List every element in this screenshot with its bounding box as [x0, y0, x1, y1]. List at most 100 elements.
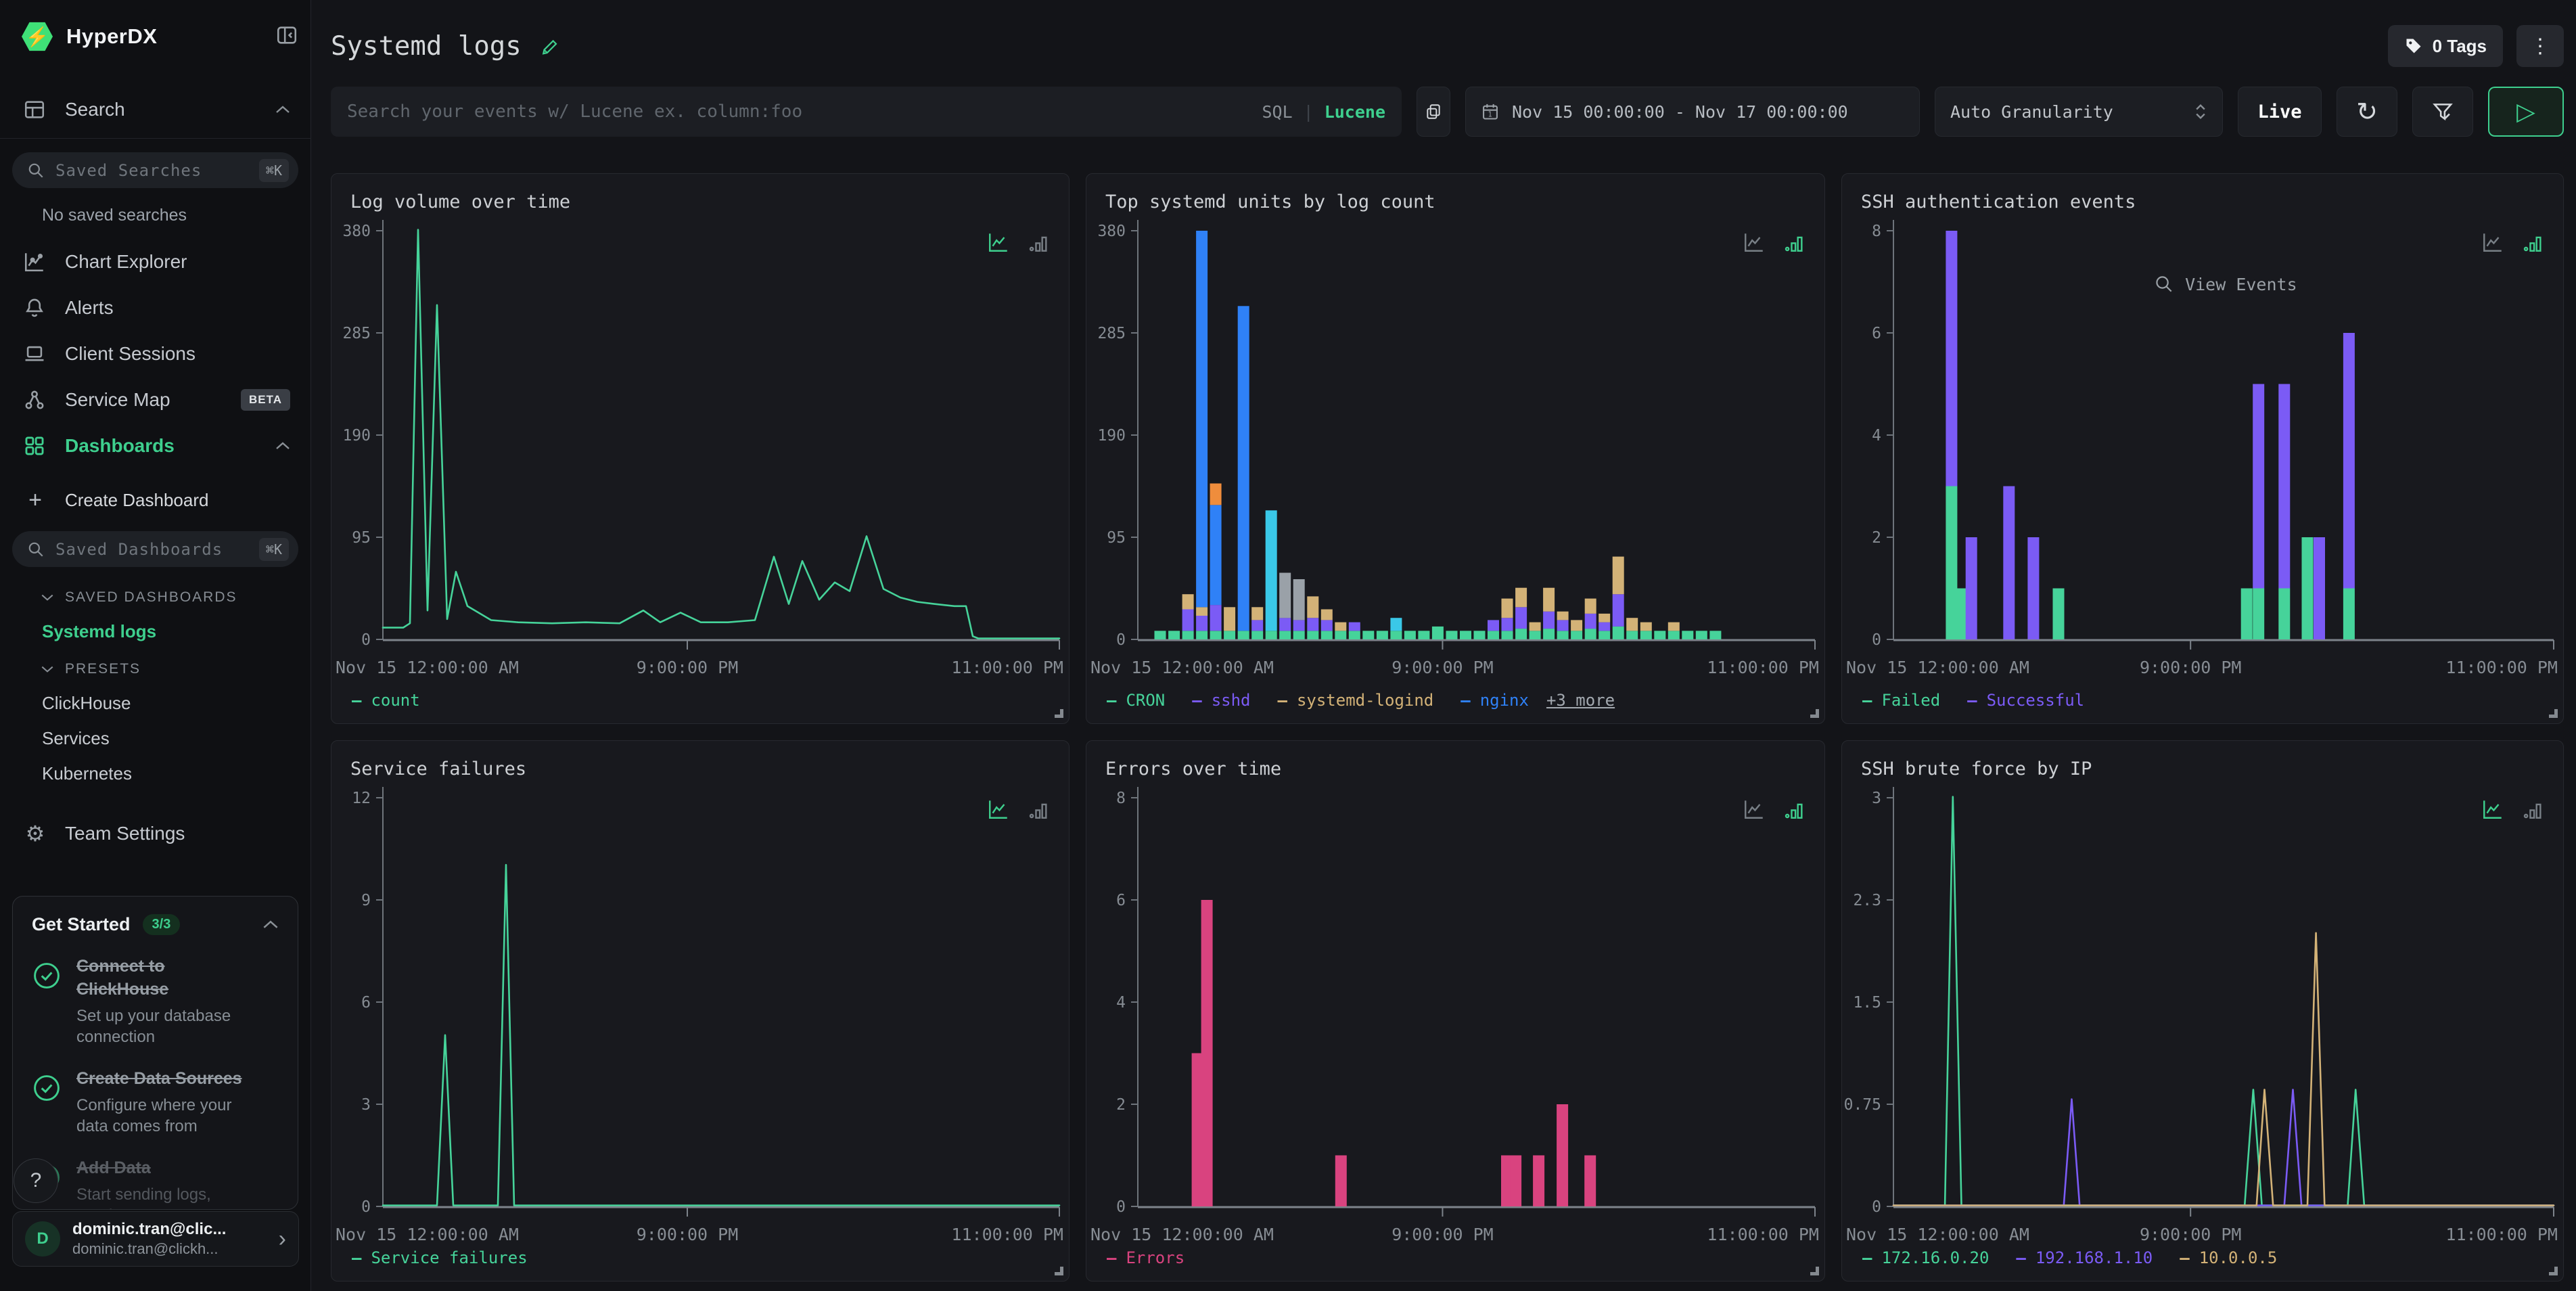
panel-ssh-brute-force: SSH brute force by IP 32.31.50.750Nov 15… [1841, 740, 2564, 1282]
legend-item[interactable]: —172.16.0.20 [1862, 1248, 1989, 1267]
chevron-up-icon[interactable] [275, 441, 290, 451]
svg-text:9: 9 [361, 892, 371, 909]
bell-icon [23, 296, 47, 319]
panel-ssh-auth-events: SSH authentication events View Events 86… [1841, 173, 2564, 724]
copy-query-button[interactable] [1417, 87, 1450, 137]
run-query-button[interactable]: ▷ [2488, 87, 2564, 137]
tags-button[interactable]: 0 Tags [2388, 25, 2503, 67]
svg-text:0: 0 [361, 1198, 371, 1216]
svg-text:190: 190 [342, 427, 371, 445]
panel-resize-handle[interactable] [1055, 1267, 1063, 1275]
legend-item[interactable]: —systemd-logind [1278, 691, 1434, 710]
legend-item[interactable]: —10.0.0.5 [2180, 1248, 2277, 1267]
saved-dashboards-input[interactable]: Saved Dashboards ⌘K [12, 531, 298, 567]
select-chevrons-icon [2194, 102, 2207, 121]
sidebar-preset-clickhouse[interactable]: ClickHouse [42, 692, 300, 715]
sidebar-preset-services[interactable]: Services [42, 727, 300, 750]
user-account-button[interactable]: D dominic.tran@clic... dominic.tran@clic… [12, 1211, 299, 1267]
legend-item[interactable]: —192.168.1.10 [2016, 1248, 2153, 1267]
svg-text:0: 0 [1872, 1198, 1881, 1216]
divider [0, 138, 310, 139]
chart-legend: —Service failures [352, 1248, 528, 1267]
step-title: Create Data Sources [76, 1068, 259, 1091]
granularity-select[interactable]: Auto Granularity [1935, 87, 2223, 137]
get-started-step-datasources[interactable]: Create Data Sources Configure where your… [32, 1068, 279, 1137]
panel-resize-handle[interactable] [1810, 1267, 1819, 1275]
legend-item[interactable]: —count [352, 691, 420, 710]
play-icon: ▷ [2516, 97, 2535, 126]
events-search-input[interactable]: Search your events w/ Lucene ex. column:… [331, 87, 1402, 137]
legend-item[interactable]: —nginx [1460, 691, 1529, 710]
create-dashboard-button[interactable]: + Create Dashboard [23, 482, 300, 518]
page-title: Systemd logs [331, 31, 522, 62]
sidebar-preset-kubernetes[interactable]: Kubernetes [42, 762, 300, 785]
svg-text:4: 4 [1116, 994, 1126, 1012]
chevron-up-icon[interactable] [275, 105, 290, 114]
refresh-icon: ↻ [2356, 97, 2378, 127]
svg-text:2: 2 [1116, 1096, 1126, 1114]
search-icon [27, 162, 45, 179]
sidebar-item-team-settings[interactable]: ⚙ Team Settings [23, 816, 300, 851]
live-button[interactable]: Live [2238, 87, 2322, 137]
user-name: dominic.tran@clic... [72, 1219, 226, 1240]
panel-resize-handle[interactable] [1055, 709, 1063, 718]
chevron-up-icon[interactable] [262, 920, 279, 930]
presets-section-header[interactable]: PRESETS [41, 659, 300, 679]
user-email: dominic.tran@clickh... [72, 1240, 226, 1259]
laptop-icon [23, 342, 47, 365]
get-started-step-add-data[interactable]: Add Data Start sending logs, metrics, or… [32, 1157, 279, 1210]
chart-canvas[interactable]: 380285190950Nov 15 12:00:00 AM9:00:00 PM… [331, 174, 1069, 675]
sidebar-item-label: Service Map [65, 389, 170, 411]
date-range-input[interactable]: 1 Nov 15 00:00:00 - Nov 17 00:00:00 [1465, 87, 1920, 137]
toolbar: Search your events w/ Lucene ex. column:… [331, 87, 2564, 137]
sidebar-item-label: Search [65, 99, 125, 120]
chart-canvas[interactable]: 380285190950Nov 15 12:00:00 AM9:00:00 PM… [1086, 174, 1824, 675]
dashboard-header: Systemd logs 0 Tags ⋮ [312, 0, 2576, 68]
filter-button[interactable] [2412, 87, 2473, 137]
panel-resize-handle[interactable] [2549, 1267, 2558, 1275]
step-subtitle: Set up your database connection [76, 1005, 262, 1047]
sidebar-item-client-sessions[interactable]: Client Sessions [23, 336, 300, 371]
legend-item[interactable]: —Service failures [352, 1248, 528, 1267]
help-button[interactable]: ? [14, 1158, 58, 1203]
calendar-icon: 1 [1481, 102, 1500, 121]
sidebar-item-chart-explorer[interactable]: Chart Explorer [23, 244, 300, 279]
sidebar-item-search[interactable]: Search [23, 92, 300, 127]
sidebar-item-service-map[interactable]: Service Map BETA [23, 382, 300, 417]
legend-more-link[interactable]: +3 more [1546, 691, 1615, 710]
dashboard-grid: Log volume over time 380285190950Nov 15 … [331, 173, 2564, 1282]
saved-searches-input[interactable]: Saved Searches ⌘K [12, 152, 298, 188]
beta-badge: BETA [241, 389, 290, 411]
chevron-right-icon: › [279, 1226, 286, 1252]
saved-dashboards-section-header[interactable]: SAVED DASHBOARDS [41, 587, 300, 608]
sidebar-item-dashboards[interactable]: Dashboards [23, 428, 300, 463]
sidebar-item-alerts[interactable]: Alerts [23, 290, 300, 325]
no-saved-searches-text: No saved searches [42, 206, 310, 225]
sql-mode-toggle[interactable]: SQL [1262, 102, 1292, 122]
chart-canvas[interactable]: 32.31.50.750Nov 15 12:00:00 AM9:00:00 PM… [1842, 741, 2563, 1242]
legend-item[interactable]: —sshd [1192, 691, 1250, 710]
chart-canvas[interactable]: 86420Nov 15 12:00:00 AM9:00:00 PM11:00:0… [1842, 174, 2563, 675]
date-range-value: Nov 15 00:00:00 - Nov 17 00:00:00 [1512, 102, 1848, 122]
legend-item[interactable]: —Successful [1967, 691, 2084, 710]
legend-item[interactable]: —CRON [1107, 691, 1165, 710]
edit-title-pencil-icon[interactable] [539, 36, 559, 56]
panel-top-systemd-units: Top systemd units by log count 380285190… [1086, 173, 1825, 724]
chart-canvas[interactable]: 86420Nov 15 12:00:00 AM9:00:00 PM11:00:0… [1086, 741, 1824, 1242]
sidebar-collapse-icon[interactable] [275, 24, 298, 50]
panel-resize-handle[interactable] [1810, 709, 1819, 718]
svg-text:9:00:00 PM: 9:00:00 PM [637, 1225, 739, 1242]
dashboard-menu-kebab-button[interactable]: ⋮ [2516, 25, 2564, 67]
svg-text:9:00:00 PM: 9:00:00 PM [1392, 1225, 1494, 1242]
get-started-step-connect[interactable]: Connect to ClickHouse Set up your databa… [32, 955, 279, 1047]
svg-text:4: 4 [1872, 427, 1881, 445]
svg-text:8: 8 [1116, 790, 1126, 807]
chart-canvas[interactable]: 129630Nov 15 12:00:00 AM9:00:00 PM11:00:… [331, 741, 1069, 1242]
refresh-button[interactable]: ↻ [2337, 87, 2397, 137]
sidebar-dashboard-systemd-logs[interactable]: Systemd logs [42, 620, 300, 643]
legend-item[interactable]: —Failed [1862, 691, 1940, 710]
chevron-down-icon [41, 665, 54, 673]
panel-resize-handle[interactable] [2549, 709, 2558, 718]
legend-item[interactable]: —Errors [1107, 1248, 1184, 1267]
lucene-mode-toggle[interactable]: Lucene [1325, 102, 1385, 122]
